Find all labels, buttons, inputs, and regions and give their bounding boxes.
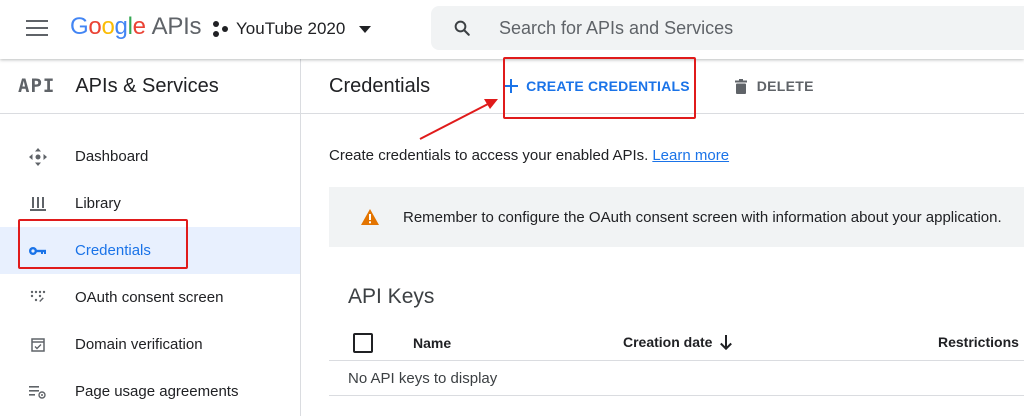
sidebar-item-label: Domain verification [75,336,203,353]
project-icon [212,20,230,38]
sidebar-nav: Dashboard Library Credentials OAuth cons… [0,114,300,415]
sidebar-item-label: Credentials [75,242,151,259]
learn-more-link[interactable]: Learn more [652,147,729,164]
sidebar: API APIs & Services Dashboard Library Cr… [0,59,301,416]
sidebar-item-domain-verification[interactable]: Domain verification [0,321,300,368]
dashboard-icon [28,147,48,167]
top-app-bar: Google APIs YouTube 2020 [0,0,1024,59]
sidebar-item-credentials[interactable]: Credentials [0,227,300,274]
search-input[interactable] [497,16,981,40]
column-restrictions[interactable]: Restrictions [938,334,1019,350]
oauth-icon [28,288,48,308]
sidebar-title: APIs & Services [75,74,219,97]
empty-state: No API keys to display [329,361,1024,396]
domain-verification-icon [28,335,48,355]
page-title: Credentials [329,74,431,97]
column-creation-date[interactable]: Creation date [623,334,733,350]
sidebar-item-library[interactable]: Library [0,180,300,227]
library-icon [28,194,48,214]
sidebar-header: API APIs & Services [0,59,300,114]
create-credentials-label: CREATE CREDENTIALS [526,78,690,94]
warning-message: Remember to configure the OAuth consent … [403,208,1002,226]
oauth-warning-banner: Remember to configure the OAuth consent … [329,187,1024,247]
sidebar-item-oauth-consent-screen[interactable]: OAuth consent screen [0,274,300,321]
search-bar[interactable] [431,6,1024,50]
google-apis-logo[interactable]: Google APIs [70,13,201,41]
column-name[interactable]: Name [413,335,451,351]
chevron-down-icon [359,25,372,33]
warning-icon [361,209,379,225]
page-usage-icon [28,382,48,402]
project-selector[interactable]: YouTube 2020 [212,19,372,39]
api-keys-table: Name Creation date Restrictions No API k… [329,326,1024,396]
delete-button[interactable]: DELETE [734,78,814,94]
plus-icon [504,79,519,93]
table-header: Name Creation date Restrictions [329,326,1024,361]
search-icon [454,20,470,36]
sidebar-item-label: Page usage agreements [75,383,239,400]
api-keys-heading: API Keys [348,285,435,308]
api-icon: API [18,75,56,97]
sidebar-item-label: Library [75,195,121,212]
arrow-down-icon [720,334,733,350]
select-all-checkbox[interactable] [353,333,373,353]
logo-suffix: APIs [151,13,202,40]
intro-text: Create credentials to access your enable… [329,147,730,164]
create-credentials-button[interactable]: CREATE CREDENTIALS [504,78,690,94]
sidebar-item-page-usage-agreements[interactable]: Page usage agreements [0,368,300,415]
trash-icon [734,78,747,94]
sidebar-item-dashboard[interactable]: Dashboard [0,133,300,180]
delete-label: DELETE [756,78,814,94]
main-content: Credentials CREATE CREDENTIALS DELETE Cr… [301,59,1024,416]
menu-icon[interactable] [26,20,48,38]
page-toolbar: Credentials CREATE CREDENTIALS DELETE [301,59,1024,114]
project-name: YouTube 2020 [236,19,346,38]
sidebar-item-label: OAuth consent screen [75,289,224,306]
key-icon [28,241,48,261]
sidebar-item-label: Dashboard [75,148,149,165]
